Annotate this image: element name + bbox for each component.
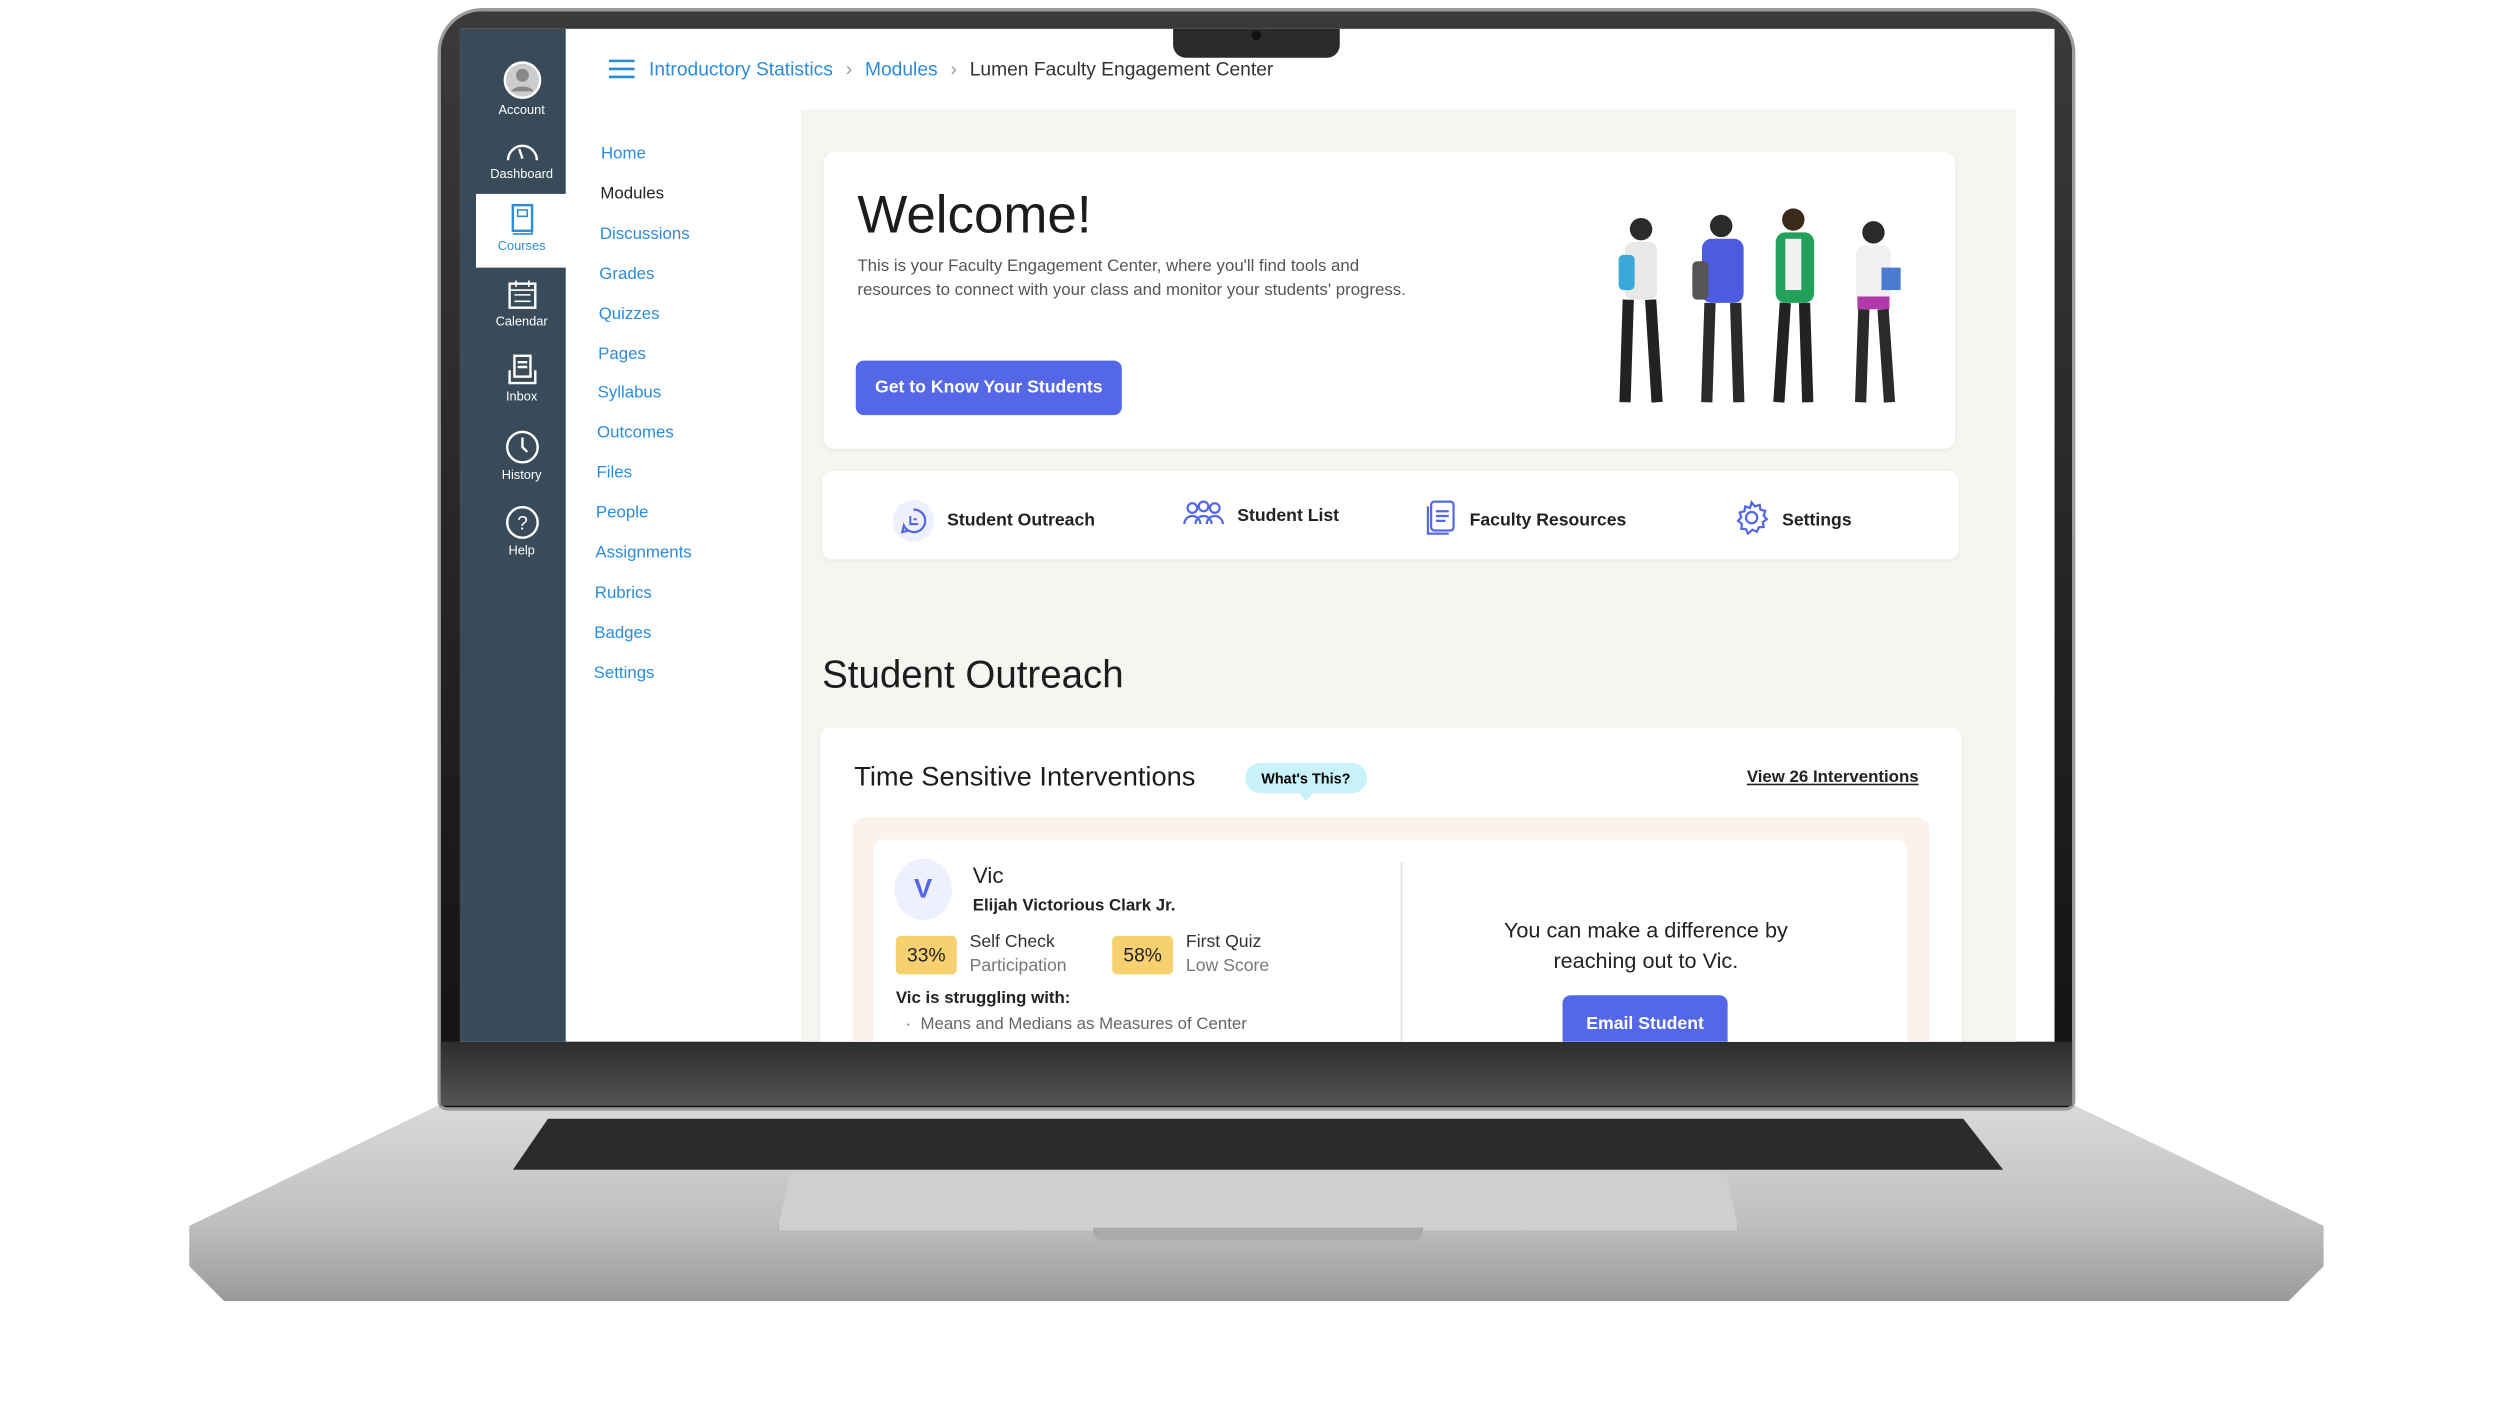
- breadcrumb-current: Lumen Faculty Engagement Center: [969, 57, 1274, 81]
- student-figure-3: [1773, 208, 1815, 403]
- student-card: V Vic Elijah Victorious Clark Jr. 33% Se…: [873, 839, 1908, 1042]
- student-figure-2: [1692, 214, 1745, 403]
- laptop-trackpad: [777, 1173, 1739, 1231]
- chat-icon: [892, 500, 935, 542]
- chevron-right-icon: ›: [950, 57, 957, 81]
- course-nav-grades[interactable]: Grades: [599, 264, 654, 283]
- global-nav-account[interactable]: Account: [476, 61, 567, 117]
- course-nav-syllabus[interactable]: Syllabus: [598, 384, 662, 403]
- divider: [1400, 862, 1403, 1042]
- welcome-text: This is your Faculty Engagement Center, …: [857, 256, 1406, 300]
- chevron-right-icon: ›: [845, 57, 853, 81]
- laptop-keyboard: [512, 1118, 2004, 1170]
- global-nav-courses[interactable]: Courses: [475, 193, 568, 268]
- breadcrumb: Introductory Statistics › Modules › Lume…: [607, 58, 1273, 80]
- course-nav-files[interactable]: Files: [596, 463, 632, 482]
- gear-icon: [1734, 500, 1769, 540]
- global-nav-inbox[interactable]: Inbox: [476, 354, 567, 404]
- camera-icon: [1251, 30, 1262, 41]
- struggling-label: Vic is struggling with:: [895, 988, 1071, 1009]
- student-nickname: Vic: [972, 862, 1004, 888]
- struggling-item: · Means and Medians as Measures of Cente…: [905, 1014, 1247, 1034]
- course-nav-discussions[interactable]: Discussions: [600, 224, 690, 243]
- main-content: Welcome! This is your Faculty Engagement…: [801, 108, 2017, 1042]
- calendar-icon: [507, 280, 536, 309]
- laptop-lid-notch: [1092, 1227, 1424, 1241]
- student-figure-4: [1855, 221, 1901, 403]
- view-interventions-link[interactable]: View 26 Interventions: [1747, 768, 1919, 787]
- global-nav-calendar[interactable]: Calendar: [476, 279, 567, 329]
- course-nav-settings[interactable]: Settings: [594, 663, 655, 682]
- interventions-title: Time Sensitive Interventions: [854, 761, 1196, 792]
- interventions-card: Time Sensitive Interventions What's This…: [820, 727, 1962, 1042]
- inbox-icon: [507, 354, 536, 385]
- student-full-name: Elijah Victorious Clark Jr.: [972, 895, 1176, 916]
- metric-value: 58%: [1112, 935, 1174, 975]
- account-icon: [502, 61, 541, 99]
- hamburger-menu-icon[interactable]: [607, 58, 636, 80]
- students-illustration: [1618, 208, 1901, 403]
- tab-student-outreach[interactable]: Student Outreach: [892, 500, 1095, 542]
- course-nav-quizzes[interactable]: Quizzes: [599, 304, 660, 323]
- people-icon: [1183, 500, 1225, 530]
- svg-text:?: ?: [516, 514, 527, 535]
- metric-label: First Quiz Low Score: [1185, 932, 1270, 976]
- course-nav-pages[interactable]: Pages: [598, 344, 646, 363]
- screen: Account Dashboard Courses Calendar Inbox…: [459, 28, 2055, 1042]
- course-nav-rubrics[interactable]: Rubrics: [595, 583, 652, 602]
- metric-label: Self Check Participation: [969, 932, 1067, 976]
- global-nav-help[interactable]: ? Help: [476, 505, 567, 558]
- email-student-button[interactable]: Email Student: [1562, 995, 1728, 1042]
- course-nav-badges[interactable]: Badges: [594, 623, 651, 642]
- document-icon: [1425, 500, 1457, 540]
- courses-icon: [510, 203, 533, 235]
- global-nav-dashboard[interactable]: Dashboard: [476, 138, 567, 181]
- breadcrumb-course[interactable]: Introductory Statistics: [649, 58, 833, 80]
- tabs-bar: Student Outreach Student List Faculty Re…: [822, 471, 1959, 560]
- tab-student-list[interactable]: Student List: [1183, 500, 1339, 530]
- tab-faculty-resources[interactable]: Faculty Resources: [1425, 500, 1626, 540]
- course-nav-modules[interactable]: Modules: [600, 184, 664, 203]
- metric-value: 33%: [895, 935, 957, 975]
- student-avatar: V: [894, 858, 952, 920]
- course-nav-outcomes[interactable]: Outcomes: [597, 424, 674, 443]
- course-nav-people[interactable]: People: [596, 503, 648, 522]
- global-nav: Account Dashboard Courses Calendar Inbox…: [459, 28, 568, 1042]
- dashboard-icon: [506, 144, 538, 161]
- whats-this-badge[interactable]: What's This?: [1245, 762, 1367, 794]
- badge-pointer: [1298, 791, 1315, 802]
- welcome-card: Welcome! This is your Faculty Engagement…: [823, 152, 1956, 449]
- history-icon: [505, 430, 539, 464]
- global-nav-history[interactable]: History: [476, 429, 567, 482]
- welcome-title: Welcome!: [857, 184, 1092, 244]
- intervention-panel: V Vic Elijah Victorious Clark Jr. 33% Se…: [852, 817, 1930, 1042]
- course-nav-home[interactable]: Home: [601, 144, 646, 163]
- tab-settings[interactable]: Settings: [1734, 500, 1852, 540]
- laptop-chin: [440, 1041, 2073, 1106]
- student-figure-1: [1618, 217, 1663, 403]
- get-to-know-students-button[interactable]: Get to Know Your Students: [855, 360, 1122, 416]
- help-icon: ?: [505, 506, 539, 539]
- course-nav-assignments[interactable]: Assignments: [595, 543, 691, 562]
- section-title: Student Outreach: [822, 653, 1124, 698]
- breadcrumb-modules[interactable]: Modules: [865, 58, 938, 80]
- cta-text: You can make a difference by reaching ou…: [1503, 918, 1788, 973]
